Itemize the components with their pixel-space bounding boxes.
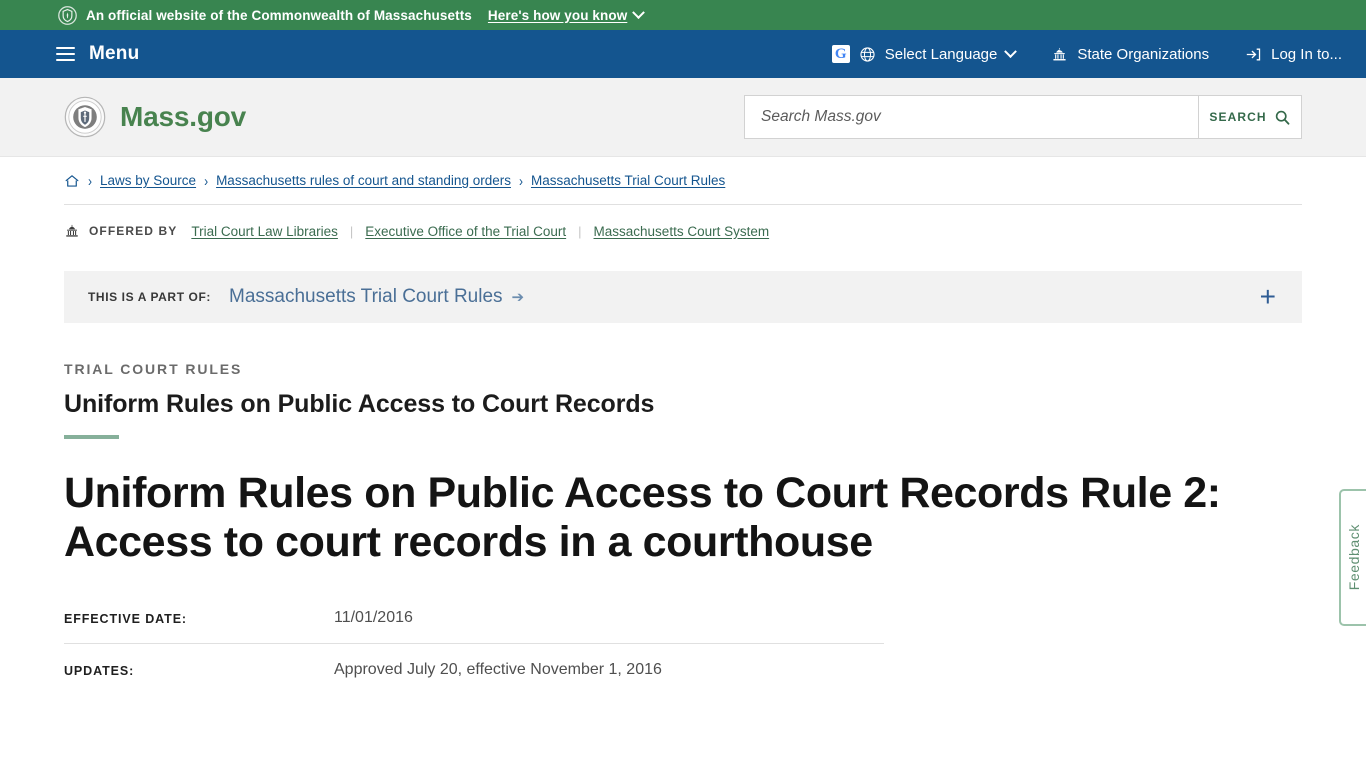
feedback-tab-label: Feedback [1345,524,1362,591]
search-button-label: SEARCH [1209,110,1267,124]
site-search: SEARCH [744,95,1302,139]
page-content: › Laws by Source › Massachusetts rules o… [0,157,1366,695]
search-icon [1275,110,1290,125]
offered-by-label: OFFERED BY [89,224,178,238]
breadcrumb-separator: › [518,171,523,190]
offered-by-row: OFFERED BY Trial Court Law Libraries | E… [64,205,1302,257]
mass-gov-home-link[interactable]: Mass.gov [64,96,246,138]
menu-button[interactable]: Menu [56,43,139,65]
feedback-tab[interactable]: Feedback [1339,489,1366,626]
metadata-key: UPDATES: [64,664,135,679]
breadcrumb-item-rules-of-court[interactable]: Massachusetts rules of court and standin… [216,173,511,188]
log-in-label: Log In to... [1271,45,1342,63]
metadata-row-effective-date: EFFECTIVE DATE: 11/01/2016 [64,609,884,643]
breadcrumb-separator: › [88,171,92,190]
login-icon [1246,48,1261,60]
capitol-icon [66,224,78,237]
state-organizations-label: State Organizations [1077,45,1210,63]
state-organizations-link[interactable]: State Organizations [1051,46,1209,63]
heres-how-you-know-link[interactable]: Here's how you know [487,5,646,23]
log-in-button[interactable]: Log In to... [1245,46,1342,63]
capitol-icon [1053,47,1066,60]
page-eyebrow: TRIAL COURT RULES [64,361,243,377]
page-title: Uniform Rules on Public Access to Court … [64,469,1221,567]
breadcrumb-item-laws-by-source[interactable]: Laws by Source [100,173,196,188]
search-button[interactable]: SEARCH [1198,96,1301,138]
metadata-value: 11/01/2016 [334,609,413,627]
chevron-down-icon [632,5,646,19]
hamburger-icon [56,47,75,61]
brand-search-band: Mass.gov SEARCH [0,78,1366,157]
chevron-down-icon [1004,44,1018,58]
home-icon[interactable] [64,173,80,189]
breadcrumb-separator: › [204,171,209,190]
metadata-value: Approved July 20, effective November 1, … [334,661,662,679]
globe-icon [860,46,875,62]
part-of-link[interactable]: Massachusetts Trial Court Rules ➔ [229,286,524,308]
arrow-right-icon: ➔ [511,289,525,306]
offered-by-org-court-system[interactable]: Massachusetts Court System [594,224,770,239]
search-input[interactable] [745,96,1198,138]
offered-by-org-executive-office[interactable]: Executive Office of the Trial Court [365,224,566,239]
metadata-key: EFFECTIVE DATE: [64,612,187,627]
utility-nav-items: G Select Language State Organizations Lo… [831,44,1342,63]
menu-button-label: Menu [89,43,140,64]
page-subtitle: Uniform Rules on Public Access to Court … [64,390,655,418]
official-site-text: An official website of the Commonwealth … [86,7,472,23]
part-of-label: THIS IS A PART OF: [88,290,212,304]
breadcrumb: › Laws by Source › Massachusetts rules o… [64,157,1302,204]
metadata-table: EFFECTIVE DATE: 11/01/2016 UPDATES: Appr… [64,609,884,695]
divider: | [349,223,354,239]
heres-how-you-know-label: Here's how you know [487,7,628,23]
part-of-link-label: Massachusetts Trial Court Rules [229,286,503,307]
divider: | [578,223,582,239]
breadcrumb-item-trial-court-rules[interactable]: Massachusetts Trial Court Rules [531,173,725,188]
commonwealth-seal-icon [64,96,106,138]
metadata-row-updates: UPDATES: Approved July 20, effective Nov… [64,643,884,695]
accent-bar [64,435,119,439]
google-translate-icon: G [831,45,850,63]
part-of-banner: THIS IS A PART OF: Massachusetts Trial C… [64,271,1302,323]
select-language-label: Select Language [884,45,998,63]
mass-gov-wordmark: Mass.gov [120,101,246,132]
offered-by-org-trial-court-law-libraries[interactable]: Trial Court Law Libraries [191,224,338,239]
select-language-button[interactable]: G Select Language [831,44,1018,63]
shield-icon [58,5,77,25]
utility-navbar: Menu G Select Language State Organizatio… [0,30,1366,78]
official-site-banner: An official website of the Commonwealth … [0,0,1366,30]
part-of-expand-button[interactable]: + [1256,283,1280,311]
